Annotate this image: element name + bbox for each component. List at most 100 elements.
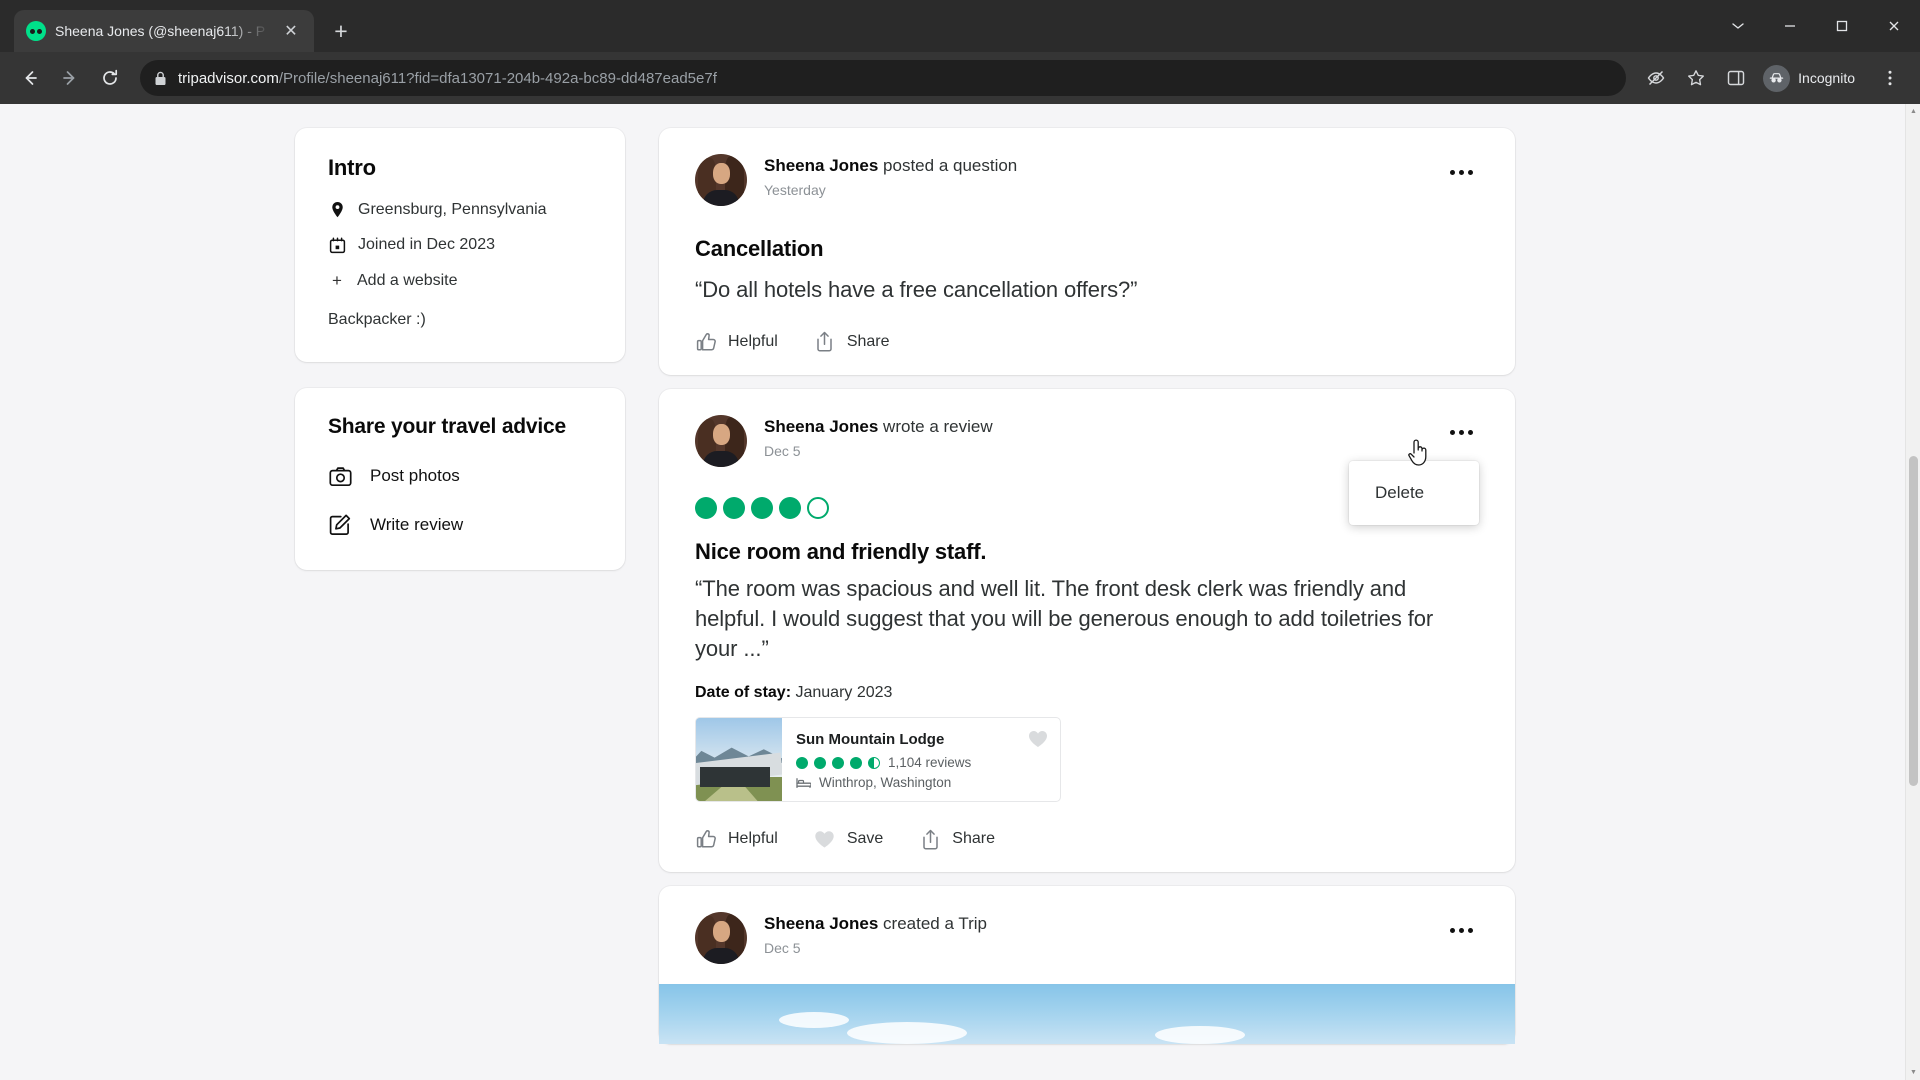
hotel-thumbnail bbox=[696, 718, 782, 802]
post-actions: Helpful Share bbox=[695, 331, 1479, 353]
map-pin-icon bbox=[328, 201, 346, 219]
hotel-rating-bubbles bbox=[796, 756, 880, 769]
hotel-card[interactable]: Sun Mountain Lodge 1,104 reviews Winthro… bbox=[695, 717, 1061, 803]
intro-location-row: Greensburg, Pennsylvania bbox=[328, 201, 592, 219]
intro-joined-text: Joined in Dec 2023 bbox=[358, 236, 495, 253]
save-label: Save bbox=[846, 830, 884, 848]
side-panel-icon[interactable] bbox=[1718, 60, 1754, 96]
hotel-info: Sun Mountain Lodge 1,104 reviews Winthro… bbox=[782, 718, 1060, 801]
post-date: Dec 5 bbox=[764, 442, 801, 459]
back-icon[interactable] bbox=[12, 60, 48, 96]
new-tab-button[interactable]: + bbox=[324, 14, 358, 48]
avatar[interactable] bbox=[695, 912, 747, 965]
toolbar-right: Incognito bbox=[1638, 60, 1908, 96]
rating-bubble bbox=[779, 496, 801, 519]
window-close-icon[interactable] bbox=[1868, 0, 1920, 52]
page-scrollbar[interactable]: ▲ ▼ bbox=[1905, 104, 1920, 1080]
rating-bubble bbox=[751, 496, 773, 519]
trip-post-card: Sheena Jones created a Trip Dec 5 bbox=[659, 886, 1515, 1045]
post-author-line: Sheena Jones posted a question bbox=[764, 156, 1017, 175]
maximize-icon[interactable] bbox=[1816, 0, 1868, 52]
review-title: Nice room and friendly staff. bbox=[695, 538, 987, 564]
share-label: Share bbox=[952, 830, 995, 848]
scroll-up-icon[interactable]: ▲ bbox=[1906, 104, 1920, 119]
tripadvisor-owl-icon bbox=[26, 21, 46, 41]
helpful-button[interactable]: Helpful bbox=[695, 331, 778, 353]
intro-card: Intro Greensburg, Pennsylvania Joined in… bbox=[295, 128, 625, 362]
share-button[interactable]: Share bbox=[919, 828, 995, 850]
browser-tab[interactable]: Sheena Jones (@sheenaj611) - P ✕ bbox=[14, 10, 314, 52]
intro-list: Greensburg, Pennsylvania Joined in Dec 2… bbox=[328, 201, 592, 291]
address-bar[interactable]: tripadvisor.com/Profile/sheenaj611?fid=d… bbox=[140, 60, 1627, 96]
delete-menu-item[interactable]: Delete bbox=[1349, 474, 1479, 512]
activity-feed: Sheena Jones posted a question Yesterday… bbox=[659, 128, 1515, 1080]
helpful-label: Helpful bbox=[728, 830, 778, 848]
rating-bubble bbox=[850, 756, 862, 769]
write-review-button[interactable]: Write review bbox=[328, 513, 592, 537]
add-website-label: Add a website bbox=[357, 272, 458, 289]
close-icon[interactable]: ✕ bbox=[280, 20, 302, 42]
share-label: Share bbox=[846, 332, 890, 350]
page-content: Intro Greensburg, Pennsylvania Joined in… bbox=[0, 104, 1920, 1080]
three-dot-overflow-icon[interactable] bbox=[1443, 415, 1479, 451]
three-dot-overflow-icon[interactable] bbox=[1443, 154, 1479, 190]
camera-icon bbox=[328, 464, 352, 488]
review-body: “The room was spacious and well lit. The… bbox=[695, 575, 1434, 661]
share-icon bbox=[919, 828, 941, 850]
post-author-line: Sheena Jones wrote a review bbox=[764, 417, 993, 436]
intro-location-text: Greensburg, Pennsylvania bbox=[358, 201, 547, 218]
share-button[interactable]: Share bbox=[814, 331, 890, 353]
save-button[interactable]: Save bbox=[814, 828, 883, 850]
reload-icon[interactable] bbox=[92, 60, 128, 96]
lock-icon bbox=[154, 71, 167, 86]
url-host: tripadvisor.com bbox=[178, 69, 279, 87]
review-post-card: Sheena Jones wrote a review Dec 5 Delete bbox=[659, 388, 1515, 873]
thumbs-up-icon bbox=[695, 331, 717, 353]
post-header: Sheena Jones created a Trip Dec 5 bbox=[695, 912, 1479, 965]
post-author[interactable]: Sheena Jones bbox=[764, 914, 878, 933]
scroll-down-icon[interactable]: ▼ bbox=[1906, 1065, 1920, 1080]
tab-title: Sheena Jones (@sheenaj611) - P bbox=[55, 23, 266, 39]
page-viewport: Intro Greensburg, Pennsylvania Joined in… bbox=[0, 104, 1920, 1080]
post-photos-button[interactable]: Post photos bbox=[328, 464, 592, 488]
forward-icon[interactable] bbox=[52, 60, 88, 96]
incognito-profile-button[interactable]: Incognito bbox=[1758, 61, 1868, 95]
post-author-line: Sheena Jones created a Trip bbox=[764, 914, 987, 933]
three-dot-overflow-icon[interactable] bbox=[1443, 912, 1479, 948]
share-advice-list: Post photos Write review bbox=[328, 464, 592, 537]
minimize-icon[interactable] bbox=[1764, 0, 1816, 52]
trip-cover-image[interactable] bbox=[659, 984, 1515, 1045]
helpful-button[interactable]: Helpful bbox=[695, 828, 778, 850]
post-author[interactable]: Sheena Jones bbox=[764, 156, 878, 175]
rating-bubble bbox=[796, 756, 808, 769]
pencil-square-icon bbox=[328, 513, 352, 537]
post-header: Sheena Jones wrote a review Dec 5 bbox=[695, 414, 1479, 467]
avatar[interactable] bbox=[695, 154, 747, 206]
post-date: Yesterday bbox=[764, 182, 826, 198]
browser-toolbar: tripadvisor.com/Profile/sheenaj611?fid=d… bbox=[0, 52, 1920, 104]
hotel-rating-row: 1,104 reviews bbox=[796, 755, 1046, 770]
scrollbar-thumb[interactable] bbox=[1909, 456, 1918, 786]
question-body: “Do all hotels have a free cancellation … bbox=[695, 277, 1138, 302]
rating-bubble-empty bbox=[807, 496, 829, 519]
share-advice-title: Share your travel advice bbox=[328, 415, 566, 438]
hotel-location-row: Winthrop, Washington bbox=[796, 775, 1046, 790]
date-of-stay-value: January 2023 bbox=[795, 684, 893, 702]
heart-icon[interactable] bbox=[1028, 730, 1048, 753]
tab-strip: Sheena Jones (@sheenaj611) - P ✕ + bbox=[0, 0, 1920, 52]
avatar[interactable] bbox=[695, 414, 747, 467]
add-website-button[interactable]: + Add a website bbox=[328, 271, 592, 291]
hotel-name: Sun Mountain Lodge bbox=[796, 731, 945, 749]
post-header-text: Sheena Jones created a Trip Dec 5 bbox=[764, 912, 1426, 956]
post-header-text: Sheena Jones wrote a review Dec 5 bbox=[764, 415, 1426, 459]
post-actions: Helpful Save Share bbox=[695, 828, 1479, 850]
url-text: tripadvisor.com/Profile/sheenaj611?fid=d… bbox=[178, 70, 717, 87]
post-author[interactable]: Sheena Jones bbox=[764, 417, 878, 436]
eye-slash-icon[interactable] bbox=[1638, 60, 1674, 96]
star-icon[interactable] bbox=[1678, 60, 1714, 96]
helpful-label: Helpful bbox=[728, 332, 778, 350]
rating-bubble bbox=[814, 756, 826, 769]
post-header: Sheena Jones posted a question Yesterday bbox=[695, 154, 1479, 206]
three-dot-menu-icon[interactable] bbox=[1872, 60, 1908, 96]
tab-search-icon[interactable] bbox=[1712, 0, 1764, 52]
